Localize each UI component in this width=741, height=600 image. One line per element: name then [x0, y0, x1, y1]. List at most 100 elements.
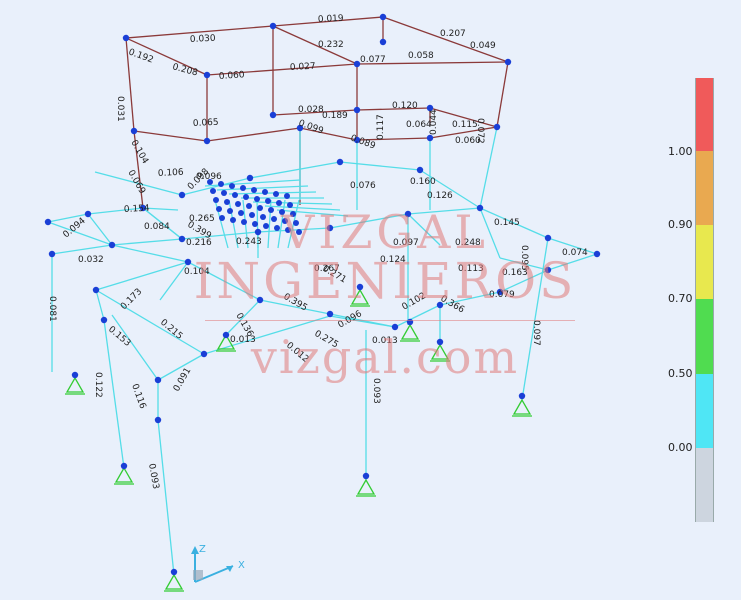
- member-ratio-label: 0.102: [401, 291, 428, 313]
- member-ratio-label: 0.093: [146, 463, 160, 490]
- joint-node: [203, 137, 211, 145]
- member-ratio-label: 0.081: [47, 296, 57, 322]
- member-ratio-label: 0.094: [62, 216, 88, 240]
- joint-node: [276, 200, 282, 206]
- joint-node: [476, 204, 484, 212]
- support-pin-icon: [350, 288, 370, 307]
- member-ratio-label: 0.207: [440, 29, 466, 39]
- joint-node: [269, 22, 277, 30]
- member-ratio-label: 0.106: [158, 168, 185, 179]
- joint-node: [224, 199, 230, 205]
- joint-node: [84, 210, 92, 218]
- joint-node: [71, 371, 79, 379]
- joint-node: [170, 568, 178, 576]
- joint-node: [504, 58, 512, 66]
- joint-node: [178, 235, 186, 243]
- joint-node: [379, 13, 387, 21]
- member-ratio-label: 0.395: [282, 292, 309, 314]
- member-ratio-label: 0.065: [193, 118, 219, 129]
- member-ratio-label: 0.089: [349, 133, 377, 151]
- cyan-member-26: [95, 261, 189, 291]
- member-ratio-label: 0.093: [371, 378, 381, 404]
- member-ratio-label: 0.079: [489, 290, 515, 300]
- member-ratio-label: 0.013: [372, 336, 398, 346]
- joint-node: [269, 111, 277, 119]
- member-ratio-label: 0.019: [318, 14, 345, 25]
- member-ratio-label: 0.248: [455, 238, 481, 248]
- joint-node: [130, 127, 138, 135]
- model-viewport[interactable]: 0.030 0.019 0.192 0.208 0.060 0.027 0.232 0.077…: [0, 0, 741, 600]
- member-ratio-label: 0.032: [78, 255, 104, 265]
- member-ratio-label: 0.074: [562, 248, 588, 258]
- joint-node: [326, 224, 334, 232]
- joint-node: [257, 205, 263, 211]
- axis-origin-block: [193, 570, 203, 580]
- joint-node: [254, 228, 262, 236]
- joint-node: [356, 283, 364, 291]
- cyan-member-4: [111, 238, 183, 246]
- member-ratio-label: 0.154: [124, 204, 151, 215]
- member-ratio-label: 0.116: [129, 383, 147, 411]
- cyan-member-11: [111, 244, 189, 263]
- brown-member-6: [272, 25, 358, 65]
- joint-node: [391, 323, 399, 331]
- joint-node: [260, 214, 266, 220]
- legend-band-green: [695, 299, 714, 374]
- joint-node: [108, 241, 116, 249]
- member-ratio-label: 0.097: [393, 238, 419, 248]
- joint-node: [544, 234, 552, 242]
- cluster-beam-2: [228, 191, 317, 195]
- brown-member-5: [382, 16, 509, 63]
- member-ratio-label: 0.192: [127, 47, 155, 65]
- joint-node: [362, 472, 370, 480]
- member-ratio-label: 0.077: [360, 55, 386, 65]
- joint-node: [200, 350, 208, 358]
- joint-node: [178, 191, 186, 199]
- joint-node: [252, 221, 258, 227]
- member-ratio-label: 0.060: [219, 70, 246, 82]
- legend-tick-0-00: 0.00: [668, 441, 693, 454]
- member-ratio-label: 0.027: [290, 62, 316, 73]
- joint-node: [293, 220, 299, 226]
- member-ratio-label: 0.069: [125, 169, 147, 197]
- joint-node: [44, 218, 52, 226]
- joint-node: [544, 266, 552, 274]
- member-ratio-label: 0.160: [410, 177, 436, 187]
- brown-member-13: [133, 130, 208, 142]
- joint-node: [268, 207, 274, 213]
- joint-node: [246, 203, 252, 209]
- cluster-beam-6: [276, 209, 349, 217]
- joint-node: [203, 71, 211, 79]
- joint-node: [254, 196, 260, 202]
- joint-node: [100, 316, 108, 324]
- joint-node: [235, 201, 241, 207]
- structural-model-3d[interactable]: 0.030 0.019 0.192 0.208 0.060 0.027 0.232 0.077…: [0, 0, 741, 600]
- support-pin-icon: [400, 323, 420, 342]
- joint-node: [271, 216, 277, 222]
- cyan-member-8: [407, 207, 481, 215]
- member-ratio-label: 0.153: [106, 325, 132, 349]
- member-ratio-label: 0.060: [455, 136, 481, 146]
- member-ratio-label: 0.012: [284, 341, 310, 365]
- joint-node: [241, 219, 247, 225]
- member-ratio-label: 0.104: [128, 139, 150, 167]
- joint-node: [336, 158, 344, 166]
- joint-node: [238, 210, 244, 216]
- member-ratio-label: 0.044: [429, 109, 439, 135]
- joint-node: [404, 210, 412, 218]
- cyan-member-15: [394, 304, 441, 328]
- member-ratio-label: 0.028: [298, 105, 324, 115]
- joint-node: [593, 250, 601, 258]
- joint-node: [251, 187, 257, 193]
- axis-label-x: X: [238, 560, 245, 571]
- member-ratio-label: 0.099: [297, 118, 325, 136]
- support-pin-icon: [356, 478, 376, 497]
- cyan-member-27: [95, 289, 205, 355]
- member-ratio-label: 0.189: [322, 111, 348, 121]
- z-arrowhead-icon: [191, 546, 199, 554]
- member-ratio-label: 0.095: [519, 245, 529, 271]
- support-pin-icon: [512, 398, 532, 417]
- legend-band-cyan: [695, 374, 714, 448]
- member-ratio-label: 0.030: [190, 34, 217, 45]
- joint-node: [285, 227, 291, 233]
